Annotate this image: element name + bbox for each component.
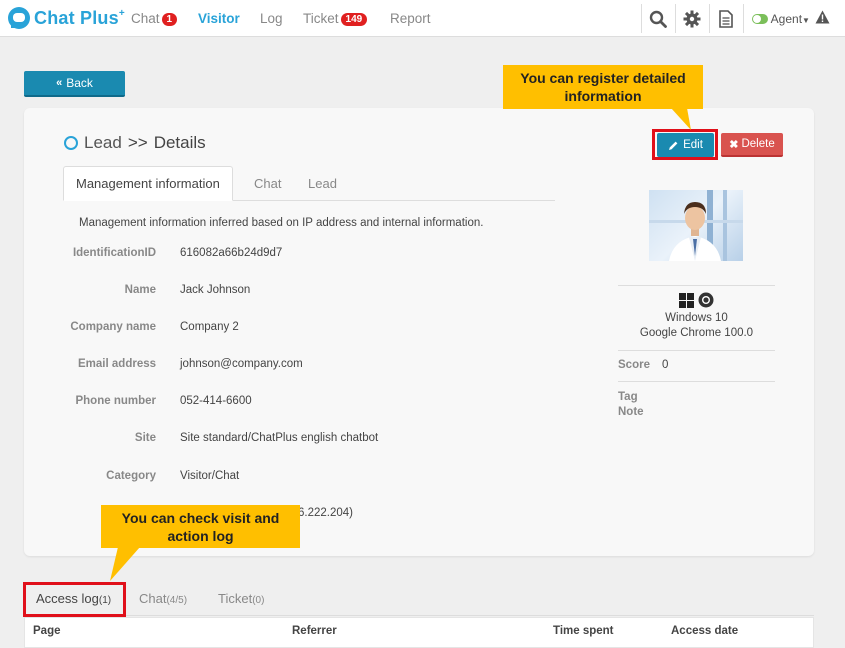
access-log-table-header: Page Referrer Time spent Access date (24, 617, 814, 648)
highlight-box (652, 129, 718, 160)
callout-pointer (671, 108, 691, 130)
column-header-referrer[interactable]: Referrer (292, 625, 337, 637)
field-value: 6.222.204) (298, 507, 353, 519)
field-value: Visitor/Chat (180, 470, 240, 482)
warning-icon[interactable] (815, 10, 830, 29)
caret-down-icon: ▼ (802, 16, 810, 25)
agent-status-menu[interactable]: Agent▼ (752, 12, 810, 26)
back-button[interactable]: « Back (24, 71, 125, 97)
document-icon[interactable] (709, 0, 743, 37)
delete-label: Delete (741, 138, 775, 150)
double-chevron-left-icon: « (56, 77, 63, 89)
divider (618, 350, 775, 351)
field-label: Name (124, 284, 156, 296)
app-name: Chat Plus+ (34, 7, 125, 28)
tab-chat[interactable]: Chat (254, 166, 281, 201)
column-header-access-date[interactable]: Access date (671, 625, 738, 637)
field-value: Company 2 (180, 321, 239, 333)
chat-count-badge: 1 (161, 13, 178, 26)
divider (618, 381, 775, 382)
note-label: Note (618, 406, 644, 418)
title-lead: Lead (84, 133, 122, 152)
top-navbar: Chat Plus+ Chat 1 Visitor Log Ticket 149 R… (0, 0, 845, 37)
app-logo[interactable]: Chat Plus+ (8, 7, 125, 29)
nav-chat[interactable]: Chat 1 (131, 11, 178, 26)
field-value: Site standard/ChatPlus english chatbot (180, 432, 379, 444)
ticket-count-badge: 149 (340, 13, 368, 26)
detail-tabs: Management information Chat Lead (63, 166, 555, 201)
avatar (649, 190, 743, 261)
field-label: Company name (70, 321, 156, 333)
os-name: Windows 10 (665, 312, 728, 324)
column-header-page[interactable]: Page (33, 625, 61, 637)
field-value: 052-414-6600 (180, 395, 252, 407)
nav-divider (743, 4, 744, 33)
chat-bubble-icon (8, 7, 30, 29)
chrome-icon (698, 292, 714, 313)
column-header-time-spent[interactable]: Time spent (553, 625, 614, 637)
field-label: Site (134, 432, 156, 444)
tab-ticket-log[interactable]: Ticket(0) (218, 591, 264, 606)
field-label: Phone number (75, 395, 156, 407)
title-separator: >> (127, 133, 148, 152)
tab-chat-log[interactable]: Chat(4/5) (139, 591, 187, 606)
info-note: Management information inferred based on… (79, 217, 484, 229)
field-value: johnson@company.com (180, 358, 303, 370)
log-tabs: Access log(1) Chat(4/5) Ticket(0) (24, 580, 814, 616)
page-title: Lead >> Details (64, 133, 206, 153)
nav-visitor[interactable]: Visitor (198, 11, 240, 26)
field-value: 616082a66b24d9d7 (180, 247, 283, 259)
agent-label: Agent (770, 12, 803, 26)
nav-log[interactable]: Log (260, 11, 283, 26)
tab-lead[interactable]: Lead (308, 166, 337, 201)
tag-label: Tag (618, 391, 638, 403)
circle-icon (64, 136, 78, 150)
browser-name: Google Chrome 100.0 (639, 327, 754, 339)
search-icon[interactable] (641, 0, 675, 37)
log-callout: You can check visit and action log (101, 505, 300, 548)
gear-icon[interactable] (675, 0, 709, 37)
score-value: 0 (662, 359, 669, 371)
divider (618, 285, 775, 286)
field-label: IdentificationID (72, 247, 156, 259)
nav-ticket[interactable]: Ticket 149 (303, 11, 368, 26)
highlight-box (23, 582, 126, 617)
status-toggle[interactable] (752, 14, 768, 24)
callout-pointer (110, 547, 140, 581)
field-value: Jack Johnson (180, 284, 251, 296)
back-label: Back (66, 76, 93, 90)
delete-button[interactable]: ✖ Delete (721, 133, 783, 157)
windows-icon (679, 293, 694, 313)
score-label: Score (618, 359, 650, 371)
edit-callout: You can register detailed information (503, 65, 703, 109)
field-label: Email address (78, 358, 156, 370)
nav-report[interactable]: Report (390, 11, 431, 26)
close-icon: ✖ (729, 138, 739, 151)
field-label: Category (106, 470, 156, 482)
title-details: Details (153, 133, 206, 152)
tab-management-information[interactable]: Management information (63, 166, 233, 201)
